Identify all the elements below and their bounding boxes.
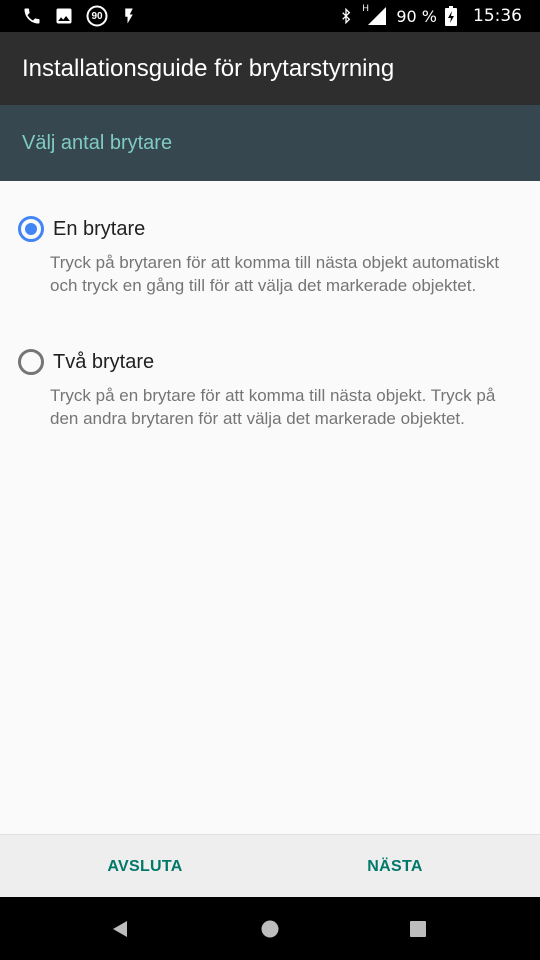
option-label: Två brytare: [53, 351, 155, 373]
app-toolbar: Installationsguide för brytarstyrning: [0, 32, 540, 105]
finish-button[interactable]: AVSLUTA: [70, 835, 220, 898]
speed-90-icon: 90: [86, 5, 108, 27]
clock: 15:36: [473, 6, 522, 26]
battery-icon: [445, 6, 457, 26]
system-nav-bar: [0, 897, 540, 960]
speed-badge-text: 90: [91, 10, 103, 22]
bluetooth-icon: [338, 6, 354, 26]
back-icon[interactable]: [106, 915, 134, 943]
radio-one-switch[interactable]: [18, 216, 44, 242]
option-label: En brytare: [53, 218, 146, 240]
recents-icon[interactable]: [404, 915, 432, 943]
flash-icon: [120, 6, 138, 26]
section-header: Välj antal brytare: [0, 105, 540, 181]
option-one-switch[interactable]: En brytare Tryck på brytaren för att kom…: [0, 181, 540, 331]
option-two-switches[interactable]: Två brytare Tryck på en brytare för att …: [0, 331, 540, 471]
battery-percent: 90 %: [396, 6, 437, 26]
image-icon: [54, 6, 74, 26]
option-description: Tryck på brytaren för att komma till näs…: [50, 253, 500, 295]
status-bar-right: H 90 % 15:36: [338, 3, 522, 26]
page-title: Installationsguide för brytarstyrning: [22, 54, 395, 82]
status-bar: 90 H 90 % 15:36: [0, 0, 540, 32]
status-bar-left: 90: [22, 5, 138, 27]
section-title: Välj antal brytare: [22, 131, 173, 154]
signal-icon: H: [362, 3, 388, 26]
home-icon[interactable]: [256, 915, 284, 943]
wizard-button-bar: AVSLUTA NÄSTA: [0, 834, 540, 897]
radio-two-switches[interactable]: [18, 349, 44, 375]
phone-icon: [22, 6, 42, 26]
next-button[interactable]: NÄSTA: [320, 835, 470, 898]
option-description: Tryck på en brytare för att komma till n…: [50, 386, 496, 428]
